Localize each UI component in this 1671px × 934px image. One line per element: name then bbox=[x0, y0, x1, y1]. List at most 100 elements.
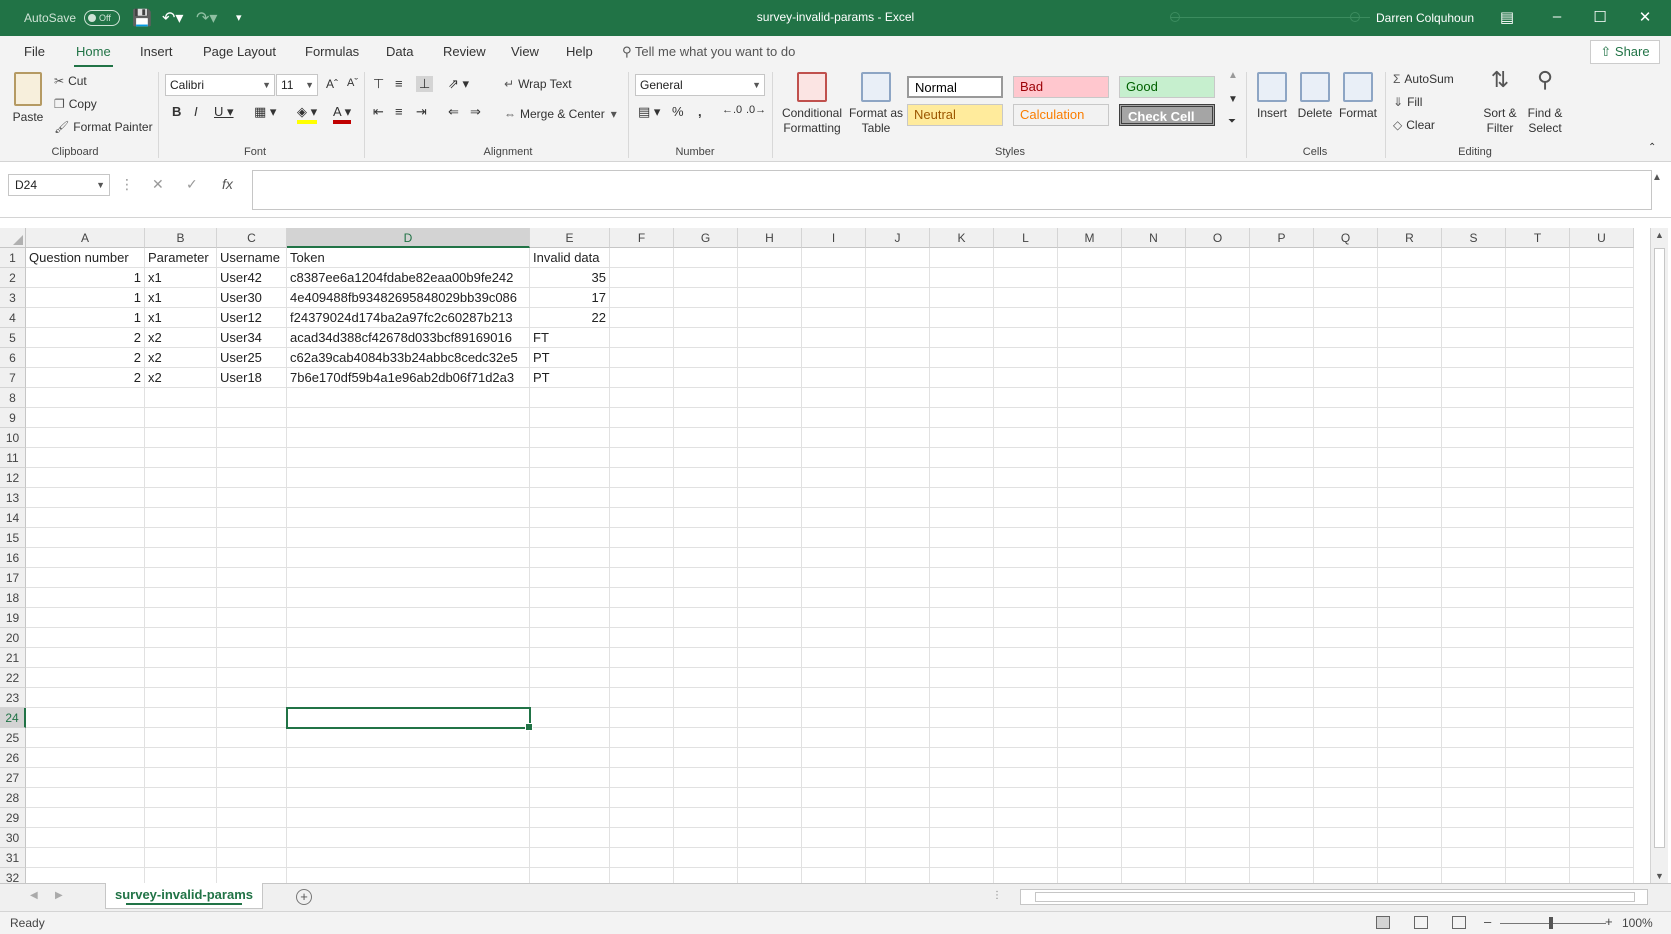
vertical-scroll-thumb[interactable] bbox=[1654, 248, 1665, 848]
save-icon[interactable]: 💾 bbox=[132, 8, 152, 28]
empty-cell[interactable] bbox=[930, 648, 994, 668]
empty-cell[interactable] bbox=[1186, 808, 1250, 828]
empty-cell[interactable] bbox=[1250, 388, 1314, 408]
empty-cell[interactable] bbox=[994, 448, 1058, 468]
empty-cell[interactable] bbox=[1314, 468, 1378, 488]
row-header[interactable]: 5 bbox=[0, 328, 26, 348]
empty-cell[interactable] bbox=[1186, 868, 1250, 883]
empty-cell[interactable] bbox=[1314, 608, 1378, 628]
empty-cell[interactable] bbox=[1378, 508, 1442, 528]
empty-cell[interactable] bbox=[1250, 868, 1314, 883]
empty-cell[interactable] bbox=[674, 628, 738, 648]
empty-cell[interactable] bbox=[1442, 328, 1506, 348]
row-header[interactable]: 27 bbox=[0, 768, 26, 788]
empty-cell[interactable] bbox=[610, 588, 674, 608]
empty-cell[interactable] bbox=[145, 588, 217, 608]
empty-cell[interactable] bbox=[145, 648, 217, 668]
empty-cell[interactable] bbox=[1570, 748, 1634, 768]
row-header[interactable]: 11 bbox=[0, 448, 26, 468]
table-cell[interactable]: PT bbox=[530, 348, 610, 368]
empty-cell[interactable] bbox=[610, 508, 674, 528]
table-cell[interactable]: f24379024d174ba2a97fc2c60287b213 bbox=[287, 308, 530, 328]
empty-cell[interactable] bbox=[145, 828, 217, 848]
empty-cell[interactable] bbox=[1122, 608, 1186, 628]
empty-cell[interactable] bbox=[1570, 728, 1634, 748]
empty-cell[interactable] bbox=[738, 768, 802, 788]
empty-cell[interactable] bbox=[802, 428, 866, 448]
table-cell[interactable]: 1 bbox=[26, 268, 145, 288]
empty-cell[interactable] bbox=[1570, 328, 1634, 348]
empty-cell[interactable] bbox=[287, 608, 530, 628]
empty-cell[interactable] bbox=[1122, 448, 1186, 468]
row-header[interactable]: 6 bbox=[0, 348, 26, 368]
empty-cell[interactable] bbox=[1122, 288, 1186, 308]
empty-cell[interactable] bbox=[610, 668, 674, 688]
empty-cell[interactable] bbox=[1058, 348, 1122, 368]
empty-cell[interactable] bbox=[1570, 628, 1634, 648]
empty-cell[interactable] bbox=[1506, 328, 1570, 348]
empty-cell[interactable] bbox=[1570, 568, 1634, 588]
empty-cell[interactable] bbox=[1314, 328, 1378, 348]
row-header[interactable]: 14 bbox=[0, 508, 26, 528]
column-header-f[interactable]: F bbox=[610, 228, 674, 248]
empty-cell[interactable] bbox=[866, 508, 930, 528]
empty-cell[interactable] bbox=[26, 428, 145, 448]
empty-cell[interactable] bbox=[738, 308, 802, 328]
empty-cell[interactable] bbox=[866, 588, 930, 608]
cut-button[interactable]: ✂ Cut bbox=[54, 74, 87, 88]
empty-cell[interactable] bbox=[610, 368, 674, 388]
row-header[interactable]: 25 bbox=[0, 728, 26, 748]
row-header[interactable]: 13 bbox=[0, 488, 26, 508]
empty-cell[interactable] bbox=[1506, 348, 1570, 368]
table-cell[interactable]: 22 bbox=[530, 308, 610, 328]
format-painter-button[interactable]: 🖌 Format Painter bbox=[54, 120, 153, 134]
empty-cell[interactable] bbox=[930, 368, 994, 388]
empty-cell[interactable] bbox=[1506, 728, 1570, 748]
empty-cell[interactable] bbox=[1442, 708, 1506, 728]
empty-cell[interactable] bbox=[738, 288, 802, 308]
empty-cell[interactable] bbox=[738, 548, 802, 568]
empty-cell[interactable] bbox=[1058, 668, 1122, 688]
empty-cell[interactable] bbox=[1378, 568, 1442, 588]
empty-cell[interactable] bbox=[674, 468, 738, 488]
empty-cell[interactable] bbox=[738, 748, 802, 768]
empty-cell[interactable] bbox=[1442, 448, 1506, 468]
empty-cell[interactable] bbox=[674, 648, 738, 668]
empty-cell[interactable] bbox=[1378, 308, 1442, 328]
empty-cell[interactable] bbox=[1570, 608, 1634, 628]
empty-cell[interactable] bbox=[1378, 608, 1442, 628]
empty-cell[interactable] bbox=[145, 488, 217, 508]
empty-cell[interactable] bbox=[1058, 248, 1122, 268]
empty-cell[interactable] bbox=[1570, 348, 1634, 368]
empty-cell[interactable] bbox=[1314, 288, 1378, 308]
empty-cell[interactable] bbox=[1186, 828, 1250, 848]
empty-cell[interactable] bbox=[994, 528, 1058, 548]
empty-cell[interactable] bbox=[145, 568, 217, 588]
empty-cell[interactable] bbox=[674, 268, 738, 288]
merge-center-button[interactable]: ⇔ Merge & Center ▾ bbox=[504, 107, 621, 121]
empty-cell[interactable] bbox=[930, 828, 994, 848]
empty-cell[interactable] bbox=[217, 608, 287, 628]
table-cell[interactable]: 4e409488fb93482695848029bb39c086 bbox=[287, 288, 530, 308]
empty-cell[interactable] bbox=[1122, 268, 1186, 288]
column-header-e[interactable]: E bbox=[530, 228, 610, 248]
empty-cell[interactable] bbox=[1250, 448, 1314, 468]
column-header-h[interactable]: H bbox=[738, 228, 802, 248]
empty-cell[interactable] bbox=[287, 688, 530, 708]
column-header-t[interactable]: T bbox=[1506, 228, 1570, 248]
empty-cell[interactable] bbox=[1250, 768, 1314, 788]
empty-cell[interactable] bbox=[610, 728, 674, 748]
empty-cell[interactable] bbox=[530, 488, 610, 508]
table-cell[interactable]: 1 bbox=[26, 308, 145, 328]
zoom-in-icon[interactable]: + bbox=[1605, 914, 1613, 929]
paste-button[interactable]: Paste bbox=[10, 72, 46, 125]
empty-cell[interactable] bbox=[1506, 668, 1570, 688]
empty-cell[interactable] bbox=[1122, 648, 1186, 668]
empty-cell[interactable] bbox=[1058, 528, 1122, 548]
find-select-button[interactable]: ⚲ Find & Select bbox=[1522, 69, 1568, 136]
empty-cell[interactable] bbox=[1570, 588, 1634, 608]
empty-cell[interactable] bbox=[287, 468, 530, 488]
empty-cell[interactable] bbox=[1442, 768, 1506, 788]
empty-cell[interactable] bbox=[674, 428, 738, 448]
empty-cell[interactable] bbox=[1506, 868, 1570, 883]
